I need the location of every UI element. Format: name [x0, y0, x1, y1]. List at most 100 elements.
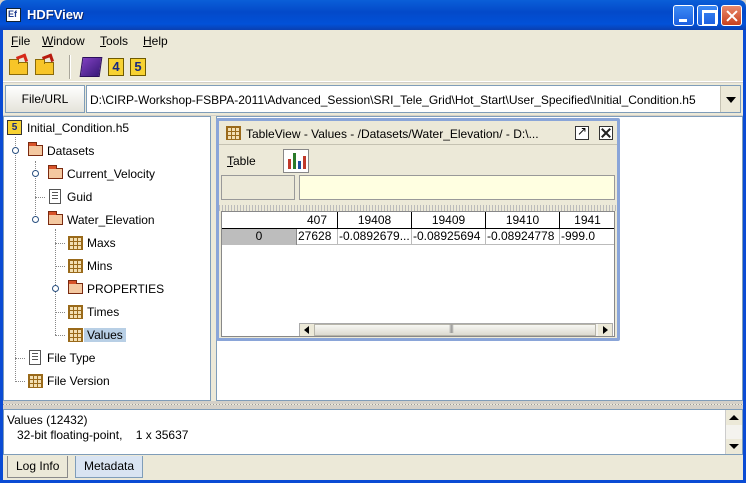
- maximize-button[interactable]: [697, 5, 718, 26]
- menu-bar: File Window Tools Help: [3, 30, 743, 51]
- window-title: HDFView: [27, 7, 84, 22]
- hdf5-label: 5: [130, 58, 146, 76]
- table-cell[interactable]: -0.0892679...: [338, 229, 412, 245]
- file-url-path[interactable]: D:\CIRP-Workshop-FSBPA-2011\Advanced_Ses…: [90, 93, 696, 107]
- file-url-combobox[interactable]: D:\CIRP-Workshop-FSBPA-2011\Advanced_Ses…: [86, 85, 741, 113]
- tree-item-label: Values: [84, 328, 126, 342]
- tree-item-label: Current_Velocity: [67, 167, 156, 181]
- close-icon[interactable]: [599, 126, 613, 140]
- chart-icon[interactable]: [283, 149, 309, 173]
- table-corner: [222, 212, 297, 229]
- tableview-title-bar[interactable]: TableView - Values - /Datasets/Water_Ele…: [219, 121, 617, 145]
- title-bar[interactable]: HDFView: [0, 0, 746, 30]
- tree-expand-handle[interactable]: [32, 216, 39, 223]
- menu-file-label: ile: [18, 34, 31, 48]
- menu-table-label: able: [233, 154, 256, 168]
- toolbar: 4 5: [3, 51, 743, 82]
- tree-expand-handle[interactable]: [52, 285, 59, 292]
- table-dataset-icon: [226, 126, 241, 140]
- folder-open-icon: [68, 280, 83, 294]
- table-dataset-icon: [68, 236, 83, 250]
- tree-item-label: Guid: [67, 190, 93, 204]
- scroll-right-icon[interactable]: [598, 324, 612, 336]
- file-url-button[interactable]: File/URL: [5, 85, 85, 113]
- tableview-menu-bar: Table: [219, 146, 617, 174]
- chevron-down-icon[interactable]: [720, 86, 740, 112]
- tree-connector: [15, 358, 25, 359]
- row-header[interactable]: 0: [222, 229, 297, 245]
- tree-connector: [55, 266, 65, 267]
- text-dataset-icon: [29, 350, 41, 365]
- table-dataset-icon: [68, 328, 83, 342]
- hdf4-label: 4: [108, 58, 124, 76]
- scroll-thumb[interactable]: [314, 323, 596, 336]
- scroll-down-icon[interactable]: [726, 439, 742, 454]
- tableview-window[interactable]: TableView - Values - /Datasets/Water_Ele…: [216, 118, 620, 341]
- horizontal-scrollbar[interactable]: [299, 323, 613, 336]
- file-tree[interactable]: 5 Initial_Condition.h5 Datasets Current_…: [3, 116, 211, 401]
- tableview-title: TableView - Values - /Datasets/Water_Ele…: [246, 127, 539, 141]
- tree-item-label: File Type: [47, 351, 96, 365]
- menu-table[interactable]: Table: [227, 154, 256, 168]
- open-file-icon[interactable]: [7, 53, 31, 79]
- tree-item-label: PROPERTIES: [87, 282, 165, 296]
- column-header[interactable]: 19408: [338, 212, 412, 229]
- info-tabs: Log Info Metadata: [3, 455, 743, 480]
- table-cell[interactable]: 27628: [297, 229, 338, 245]
- open-read-only-icon[interactable]: [33, 53, 57, 79]
- scroll-left-icon[interactable]: [300, 324, 314, 336]
- tree-item-label: Datasets: [47, 144, 95, 158]
- hdf5-library-version-icon[interactable]: 5: [126, 55, 150, 79]
- tab-metadata[interactable]: Metadata: [75, 456, 144, 478]
- hdfview-app-icon[interactable]: [6, 8, 21, 22]
- menu-window-mnemonic: W: [42, 34, 54, 48]
- minimize-button[interactable]: [673, 5, 694, 26]
- menu-help[interactable]: Help: [143, 34, 168, 48]
- table-cell[interactable]: -999.0: [560, 229, 614, 245]
- table-dataset-icon: [28, 374, 43, 388]
- table-dataset-icon: [68, 259, 83, 273]
- vertical-scrollbar[interactable]: [725, 410, 742, 454]
- menu-tools[interactable]: Tools: [100, 34, 128, 48]
- tree-connector: [15, 381, 25, 382]
- table-cell[interactable]: -0.08925694: [412, 229, 486, 245]
- tree-item-label: Water_Elevation: [67, 213, 155, 227]
- h5-file-icon: 5: [7, 120, 22, 135]
- tree-item-label: Maxs: [87, 236, 116, 250]
- maximize-icon[interactable]: [575, 124, 589, 140]
- hdf4-library-version-icon[interactable]: 4: [104, 55, 128, 79]
- menu-window[interactable]: Window: [42, 34, 85, 48]
- tab-log-info[interactable]: Log Info: [7, 456, 69, 478]
- scroll-up-icon[interactable]: [726, 410, 742, 425]
- info-panel[interactable]: Values (12432) 32-bit floating-point, 1 …: [3, 409, 743, 455]
- cell-value-field[interactable]: [299, 175, 615, 200]
- menu-file[interactable]: File: [11, 34, 30, 48]
- horizontal-splitter[interactable]: [3, 401, 743, 409]
- column-header[interactable]: 19409: [412, 212, 486, 229]
- tree-item-label: Mins: [87, 259, 113, 273]
- close-button[interactable]: [721, 5, 742, 26]
- info-text: Values (12432) 32-bit floating-point, 1 …: [7, 413, 188, 443]
- tree-expand-handle[interactable]: [32, 170, 39, 177]
- column-header[interactable]: 407: [297, 212, 338, 229]
- users-guide-icon[interactable]: [79, 55, 103, 79]
- column-header[interactable]: 1941: [560, 212, 614, 229]
- folder-open-icon: [28, 142, 43, 156]
- info-line: Values (12432): [7, 413, 88, 427]
- file-url-row: File/URL D:\CIRP-Workshop-FSBPA-2011\Adv…: [3, 83, 743, 115]
- cell-position-label: [221, 175, 295, 200]
- table-cell[interactable]: -0.08924778: [486, 229, 560, 245]
- toolbar-separator: [69, 55, 71, 79]
- tree-connector: [55, 243, 65, 244]
- folder-open-icon: [48, 165, 63, 179]
- tree-item-label: Initial_Condition.h5: [27, 121, 130, 135]
- tree-connector: [15, 137, 16, 382]
- tree-connector: [55, 335, 65, 336]
- data-table[interactable]: 407 19408 19409 19410 1941 0 27628 -0.08…: [221, 211, 615, 337]
- menu-help-label: elp: [151, 34, 168, 48]
- tree-expand-handle[interactable]: [12, 147, 19, 154]
- menu-window-label: indow: [53, 34, 85, 48]
- folder-open-icon: [48, 211, 63, 225]
- tree-item-label: Times: [87, 305, 120, 319]
- column-header[interactable]: 19410: [486, 212, 560, 229]
